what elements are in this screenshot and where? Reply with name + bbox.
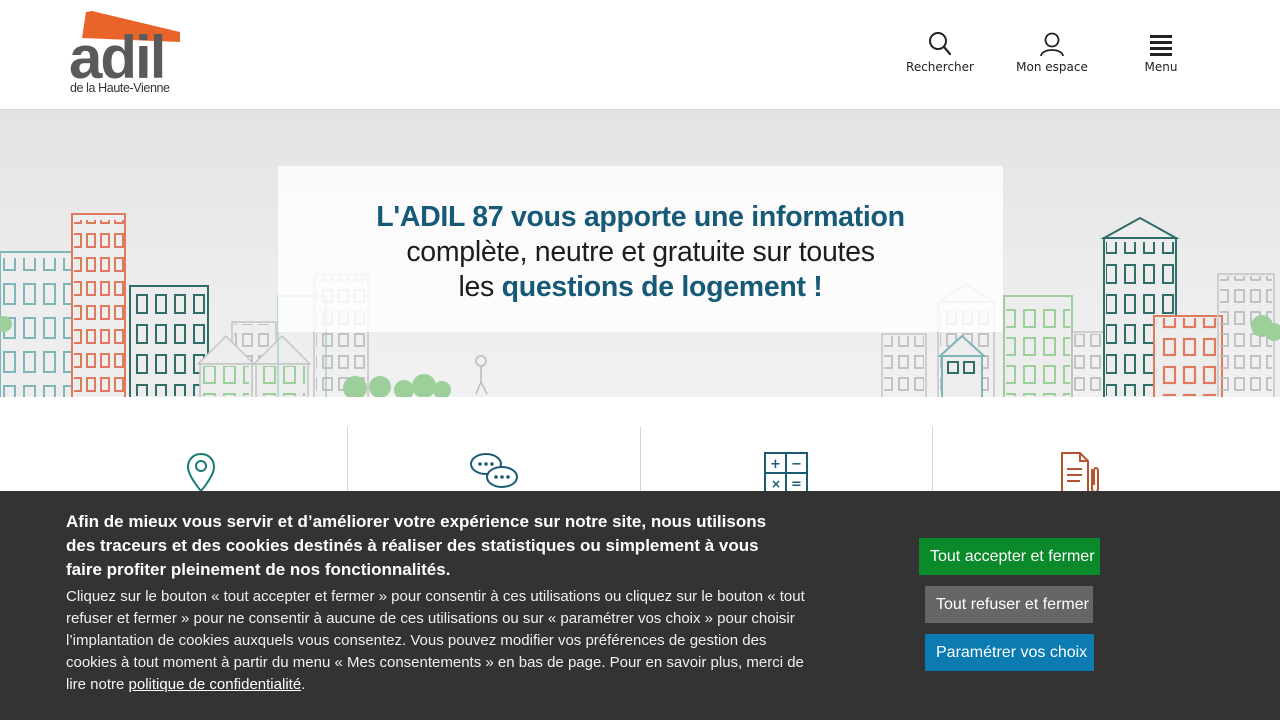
chat-bubbles-icon [469,453,518,488]
hero-line3-highlight: questions de logement ! [501,271,823,303]
cookie-description: Cliquez sur le bouton « tout accepter et… [66,586,821,696]
features-row: + − × = [55,427,1225,497]
cookie-title: Afin de mieux vous servir et d’améliorer… [66,512,767,579]
account-label: Mon espace [1016,60,1088,74]
hamburger-menu-icon [1150,35,1172,56]
menu-button[interactable]: Menu [1138,30,1184,80]
hero-line2: complète, neutre et gratuite sur toutes [406,236,875,268]
account-button[interactable]: Mon espace [1013,30,1091,80]
customize-choices-button[interactable]: Paramétrer vos choix [925,634,1094,671]
map-pin-icon [186,452,215,493]
feature-item-contact[interactable] [346,427,640,497]
site-logo[interactable]: adil de la Haute-Vienne [68,8,190,100]
svg-text:×: × [771,477,781,491]
accept-all-button[interactable]: Tout accepter et fermer [919,538,1100,575]
site-header: adil de la Haute-Vienne Rechercher Mon e… [0,0,1280,110]
feature-item-documents[interactable] [932,427,1225,497]
hero-line3-prefix: les [458,271,502,303]
feature-item-location[interactable] [55,427,347,497]
search-icon [929,32,952,56]
user-icon [1040,32,1064,57]
privacy-policy-link[interactable]: politique de confidentialité [129,676,302,693]
calculator-icon: + − × = [764,452,809,494]
svg-text:+: + [770,457,781,472]
svg-text:−: − [791,457,802,472]
hero-message-box: L'ADIL 87 vous apporte une information c… [278,166,1003,332]
refuse-all-button[interactable]: Tout refuser et fermer [925,586,1093,623]
cookie-body-end: . [301,676,306,693]
menu-label: Menu [1144,60,1178,74]
svg-text:=: = [791,477,802,492]
logo-subtitle: de la Haute-Vienne [70,81,170,95]
hero-headline: L'ADIL 87 vous apporte une information c… [278,200,1003,305]
document-clip-icon [1061,452,1100,494]
search-label: Rechercher [906,60,974,74]
hero-line1: L'ADIL 87 vous apporte une information [376,201,905,233]
hero-banner: L'ADIL 87 vous apporte une information c… [0,110,1280,397]
search-button[interactable]: Rechercher [905,30,975,80]
feature-item-simulators[interactable]: + − × = [639,427,933,497]
cookie-consent-banner: Afin de mieux vous servir et d’améliorer… [0,491,1280,720]
